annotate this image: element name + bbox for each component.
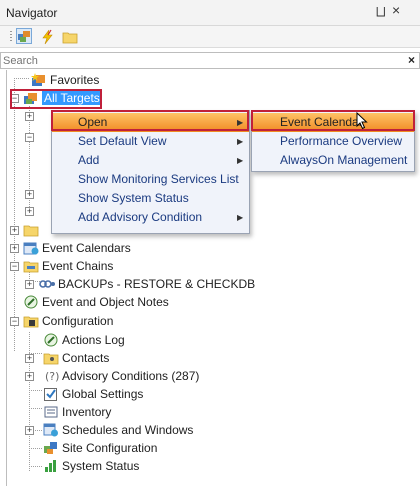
expander-hidden-child[interactable]: − (25, 133, 34, 142)
toolbar-grip (10, 31, 12, 43)
tree-item-event-calendars[interactable]: Event Calendars (23, 238, 131, 256)
tree-item-global-settings[interactable]: Global Settings (43, 384, 143, 402)
tree-item-advisory-conditions[interactable]: (?) Advisory Conditions (287) (43, 366, 199, 384)
tree-item-inventory[interactable]: Inventory (43, 402, 111, 420)
menu-item-add-advisory-condition[interactable]: Add Advisory Condition ▶ (52, 208, 249, 227)
expander-hidden-child[interactable]: + (25, 112, 34, 121)
tree-item-system-status[interactable]: System Status (43, 456, 139, 474)
advisory-icon: (?) (43, 368, 59, 384)
tree-item-favorites[interactable]: Favorites (31, 70, 99, 88)
tree-item-backups[interactable]: BACKUPs - RESTORE & CHECKDB (39, 274, 255, 292)
chain-icon (39, 276, 55, 292)
configuration-icon (23, 313, 39, 329)
submenu-item-alwayson-management[interactable]: AlwaysOn Management (252, 151, 414, 170)
targets-icon[interactable] (16, 28, 32, 44)
system-status-icon (43, 458, 59, 474)
search-clear-icon[interactable]: × (408, 53, 415, 67)
mouse-cursor-icon (356, 111, 370, 130)
expander-hidden-node[interactable]: + (10, 226, 19, 235)
expander-event-calendars[interactable]: + (10, 244, 19, 253)
tree-connector (14, 78, 30, 79)
tree-connector (29, 466, 43, 467)
tree-connector (29, 106, 30, 216)
tree-item-contacts[interactable]: Contacts (43, 348, 109, 366)
expander-hidden-child[interactable]: + (25, 190, 34, 199)
tree-item-event-notes[interactable]: Event and Object Notes (23, 292, 169, 310)
tree-item-actions-log[interactable]: Actions Log (43, 330, 125, 348)
tree-item-configuration[interactable]: Configuration (23, 311, 113, 329)
highlight-open (51, 110, 249, 131)
checkbox-settings-icon (43, 386, 59, 402)
highlight-all-targets (10, 89, 102, 109)
tree-connector (14, 78, 15, 352)
tree-item-event-chains[interactable]: Event Chains (23, 256, 113, 274)
contacts-icon (43, 350, 59, 366)
tree-connector (29, 390, 43, 391)
menu-item-show-monitoring-services-list[interactable]: Show Monitoring Services List (52, 170, 249, 189)
close-icon[interactable]: × (392, 2, 400, 18)
tree-connector (29, 448, 43, 449)
panel-title: Navigator (6, 6, 58, 20)
notes-icon (23, 294, 39, 310)
navigator-titlebar: Navigator ⨆ × (0, 0, 420, 26)
folder-chain-icon (23, 258, 39, 274)
tree-item-schedules-and-windows[interactable]: Schedules and Windows (43, 420, 193, 438)
expander-schedules[interactable]: + (25, 426, 34, 435)
submenu-arrow-icon: ▶ (237, 156, 244, 165)
calendar-icon (23, 240, 39, 256)
expander-advisory-conditions[interactable]: + (25, 372, 34, 381)
tree-connector (29, 408, 43, 409)
menu-item-show-system-status[interactable]: Show System Status (52, 189, 249, 208)
folder-icon (23, 222, 39, 238)
schedule-icon (43, 422, 59, 438)
svg-text:(?): (?) (45, 370, 59, 383)
expander-contacts[interactable]: + (25, 354, 34, 363)
lightning-icon[interactable] (40, 29, 56, 45)
navigator-toolbar (0, 26, 420, 48)
pin-icon[interactable]: ⨆ (376, 4, 386, 19)
expander-event-chains[interactable]: − (10, 262, 19, 271)
expander-hidden-child[interactable]: + (25, 207, 34, 216)
submenu-arrow-icon: ▶ (237, 137, 244, 146)
search-bar: × (0, 52, 420, 69)
menu-item-set-default-view[interactable]: Set Default View ▶ (52, 132, 249, 151)
submenu-item-performance-overview[interactable]: Performance Overview (252, 132, 414, 151)
expander-configuration[interactable]: − (10, 317, 19, 326)
search-input[interactable] (3, 53, 393, 68)
actions-log-icon (43, 332, 59, 348)
menu-item-add[interactable]: Add ▶ (52, 151, 249, 170)
submenu-arrow-icon: ▶ (237, 213, 244, 222)
tree-item-hidden[interactable] (23, 220, 42, 238)
highlight-event-calendar (251, 110, 415, 131)
inventory-icon (43, 404, 59, 420)
folder-icon[interactable] (62, 29, 78, 45)
site-config-icon (43, 440, 59, 456)
favorites-icon (31, 72, 47, 88)
tree-item-site-configuration[interactable]: Site Configuration (43, 438, 157, 456)
expander-backups[interactable]: + (25, 280, 34, 289)
